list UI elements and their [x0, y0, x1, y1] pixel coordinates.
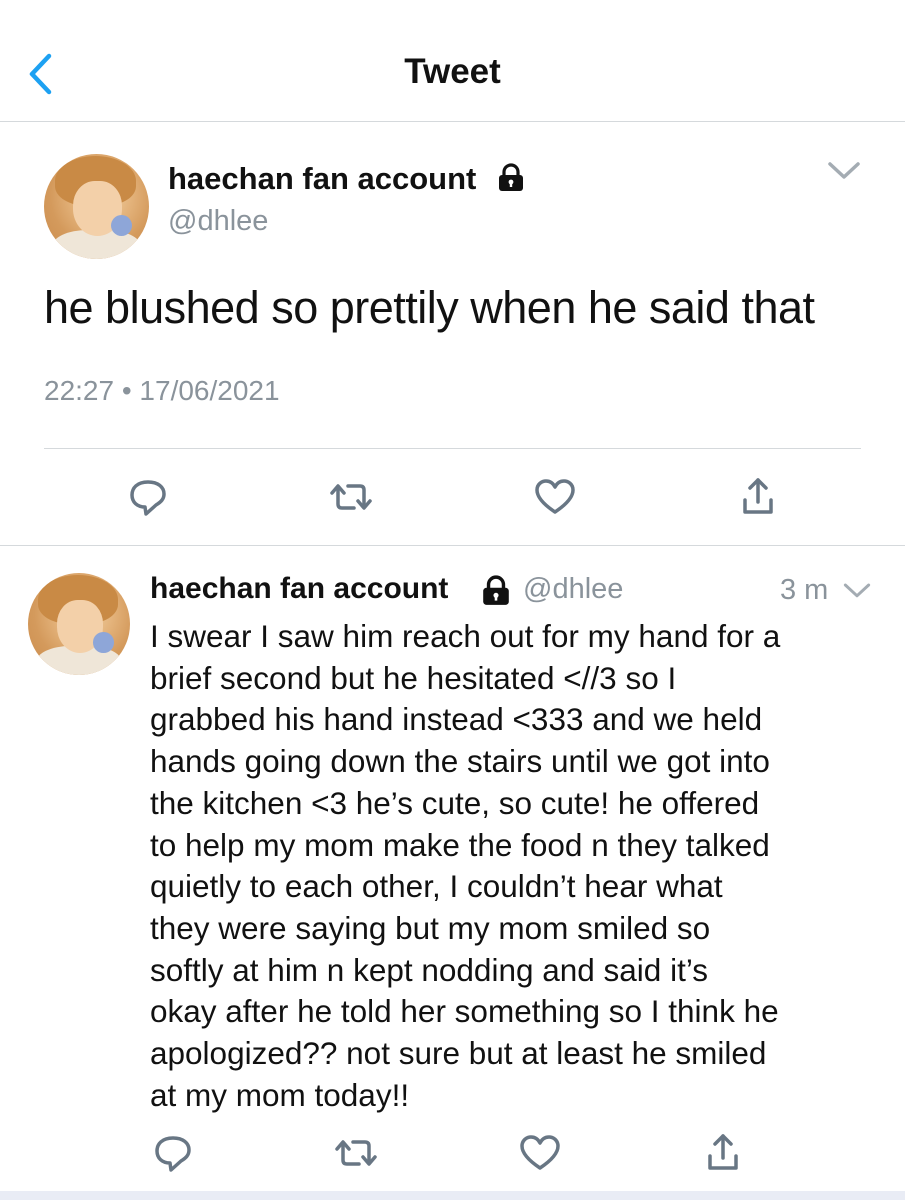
like-button[interactable]: [515, 1128, 565, 1178]
tweet-timestamp[interactable]: 22:27 • 17/06/2021: [44, 375, 280, 407]
lock-icon: [483, 575, 509, 605]
divider: [44, 448, 861, 449]
tweet-text-line: okay after he told her something so I th…: [150, 993, 779, 1030]
top-nav-bar: Tweet: [0, 0, 905, 122]
tweet-text: he blushed so prettily when he said that: [44, 282, 815, 333]
share-icon: [708, 1134, 738, 1170]
reply-button[interactable]: [123, 472, 173, 522]
tweet-text-line: brief second but he hesitated <//3 so I: [150, 659, 677, 696]
retweet-button[interactable]: [326, 472, 376, 522]
bottom-bar: [0, 1191, 905, 1200]
like-icon: [535, 479, 575, 514]
page-title: Tweet: [404, 52, 501, 91]
chevron-down-icon[interactable]: [842, 580, 872, 600]
tweet-text-line: they were saying but my mom smiled so: [150, 909, 711, 946]
share-button[interactable]: [733, 472, 783, 522]
lock-icon: [499, 163, 523, 191]
display-name[interactable]: haechan fan account: [150, 572, 448, 606]
reply-button[interactable]: [148, 1128, 198, 1178]
reply-icon: [130, 480, 166, 516]
like-button[interactable]: [530, 472, 580, 522]
tweet-text-line: hands going down the stairs until we got…: [150, 743, 770, 780]
chevron-down-icon[interactable]: [826, 158, 862, 182]
user-handle[interactable]: @dhlee: [168, 205, 268, 238]
divider: [0, 545, 905, 546]
tweet-text-line: I swear I saw him reach out for my hand …: [150, 618, 781, 654]
share-icon: [743, 478, 773, 514]
tweet-text-line: grabbed his hand instead <333 and we hel…: [150, 701, 763, 738]
avatar[interactable]: [28, 573, 130, 675]
like-icon: [520, 1135, 560, 1170]
retweet-icon: [335, 1140, 377, 1166]
tweet-text-line: softly at him n kept nodding and said it…: [150, 951, 709, 988]
reply-tweet-text: I swear I saw him reach out for my hand …: [150, 616, 880, 1116]
tweet-text-line: quietly to each other, I couldn’t hear w…: [150, 868, 723, 905]
user-handle[interactable]: @dhlee: [523, 573, 623, 606]
display-name[interactable]: haechan fan account: [168, 161, 476, 197]
tweet-text-line: at my mom today!!: [150, 1076, 410, 1113]
retweet-icon: [330, 484, 372, 510]
share-button[interactable]: [698, 1128, 748, 1178]
tweet-text-line: to help my mom make the food n they talk…: [150, 826, 770, 863]
tweet-time[interactable]: 3 m: [780, 574, 828, 607]
retweet-button[interactable]: [331, 1128, 381, 1178]
reply-icon: [155, 1136, 191, 1172]
avatar[interactable]: [44, 154, 149, 259]
tweet-text-line: apologized?? not sure but at least he sm…: [150, 1035, 767, 1072]
tweet-text-line: the kitchen <3 he’s cute, so cute! he of…: [150, 784, 760, 821]
